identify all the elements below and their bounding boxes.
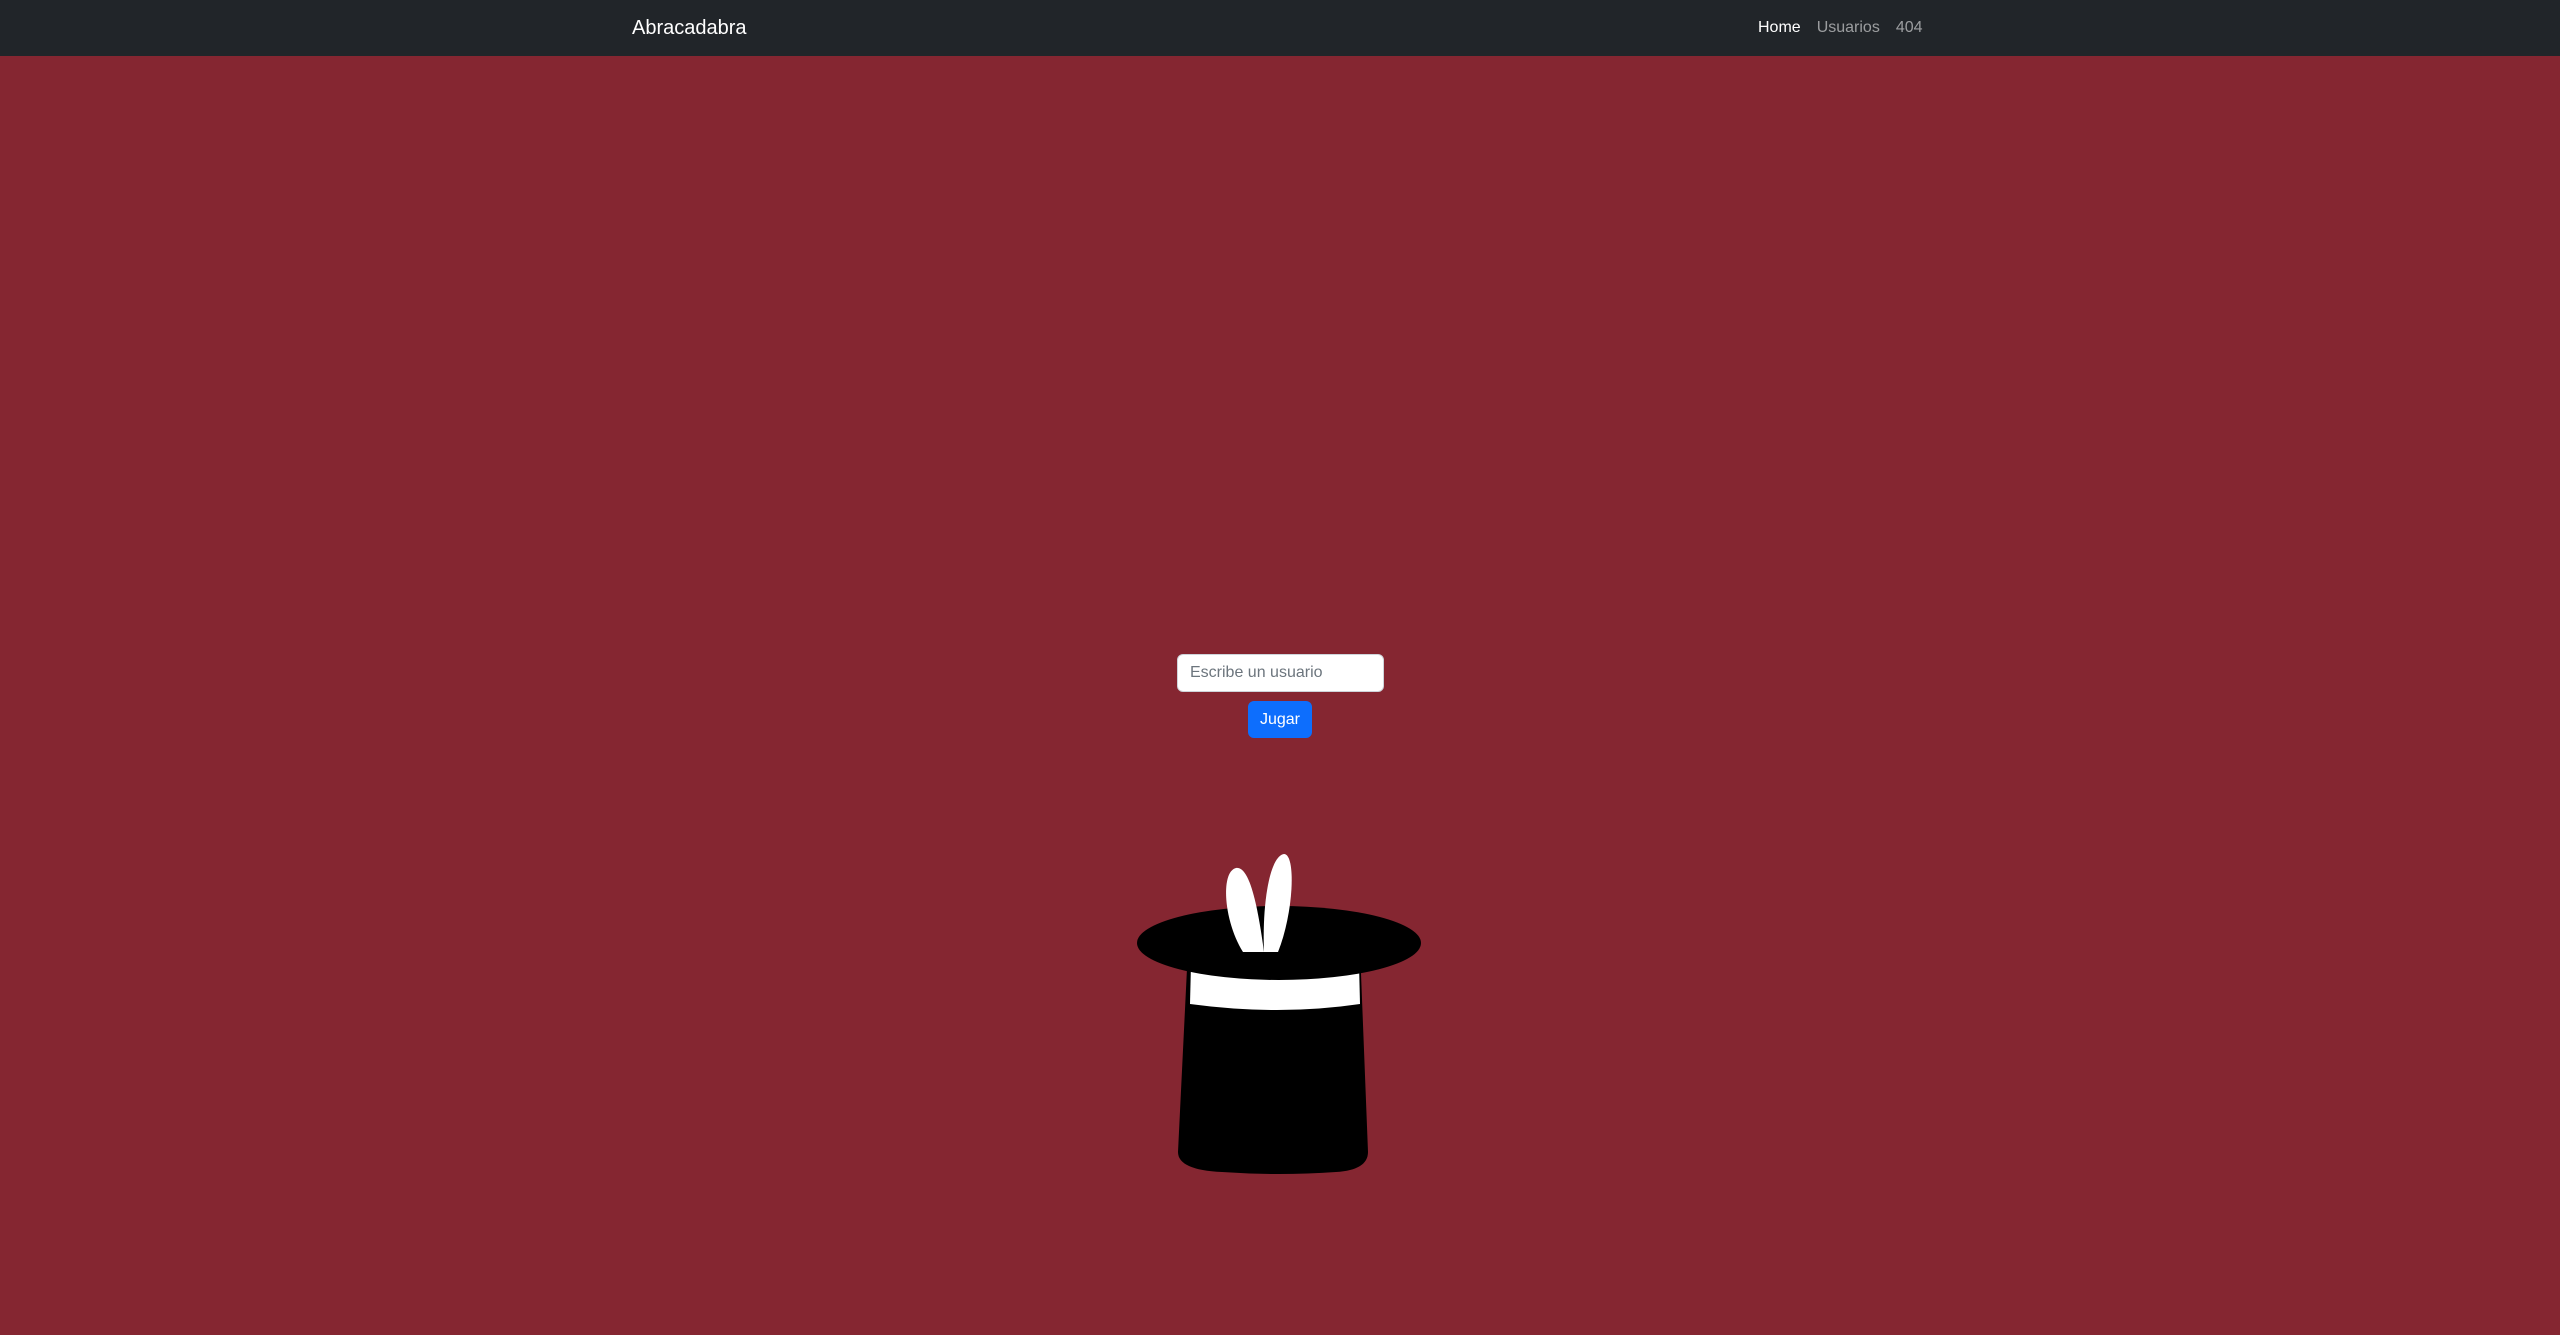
username-input[interactable] xyxy=(1177,654,1384,692)
nav-link-404[interactable]: 404 xyxy=(1896,0,1923,56)
nav-link-home[interactable]: Home xyxy=(1758,0,1801,56)
brand-link[interactable]: Abracadabra xyxy=(632,0,747,56)
nav-link-usuarios[interactable]: Usuarios xyxy=(1817,0,1880,56)
magic-hat-rabbit-icon xyxy=(1137,854,1421,1174)
play-button[interactable]: Jugar xyxy=(1248,701,1312,738)
top-navbar: Abracadabra Home Usuarios 404 xyxy=(0,0,2560,56)
nav-links: Home Usuarios 404 xyxy=(1758,0,1923,56)
